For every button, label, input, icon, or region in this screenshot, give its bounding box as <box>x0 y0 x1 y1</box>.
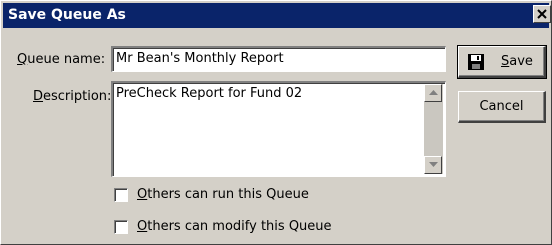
description-scrollbar[interactable] <box>424 84 443 174</box>
cancel-label: Cancel <box>479 99 524 114</box>
description-label: Description: <box>33 89 112 104</box>
close-button[interactable] <box>533 5 551 23</box>
arrow-down-icon <box>429 162 438 167</box>
arrow-up-icon <box>429 90 438 95</box>
modify-queue-label[interactable]: Others can modify this Queue <box>137 219 332 235</box>
dialog-title: Save Queue As <box>8 7 126 23</box>
close-icon <box>537 9 547 19</box>
scroll-up-button[interactable] <box>424 84 442 102</box>
cancel-button[interactable]: Cancel <box>458 91 546 123</box>
run-queue-checkbox[interactable] <box>114 188 128 202</box>
save-label: Save <box>501 54 533 69</box>
modify-queue-checkbox[interactable] <box>114 220 128 234</box>
scroll-down-button[interactable] <box>424 156 442 174</box>
run-queue-label[interactable]: Others can run this Queue <box>137 187 309 203</box>
save-button[interactable]: Save <box>457 45 547 79</box>
description-text: PreCheck Report for Fund 02 <box>116 86 303 101</box>
queue-name-input[interactable]: Mr Bean's Monthly Report <box>111 46 446 72</box>
description-textarea[interactable]: PreCheck Report for Fund 02 <box>111 81 446 177</box>
title-bar[interactable]: Save Queue As <box>3 3 551 28</box>
floppy-disk-icon <box>468 54 484 70</box>
save-queue-dialog: Save Queue As Queue name: Mr Bean's Mont… <box>0 0 552 245</box>
queue-name-label: Queue name: <box>17 52 106 67</box>
